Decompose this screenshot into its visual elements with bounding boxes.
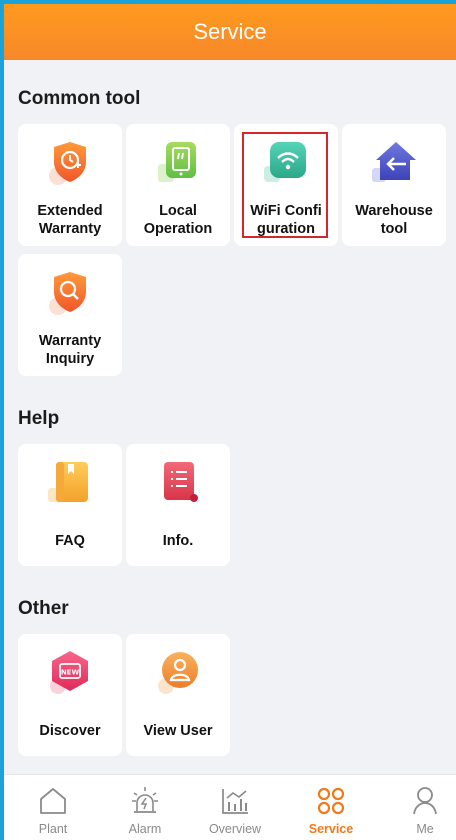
extended-warranty-label: Extended Warranty — [37, 203, 103, 237]
tab-me-label: Me — [416, 822, 434, 836]
person-icon — [413, 787, 437, 815]
new-badge-icon: NEW — [50, 651, 88, 694]
tab-plant-label: Plant — [38, 822, 68, 836]
page-header: Service — [4, 4, 456, 60]
faq-button[interactable]: FAQ — [18, 444, 122, 566]
app-screen: Service Common tool Extended Warranty Lo… — [4, 4, 456, 840]
section-title-other: Other — [18, 598, 69, 619]
bar-chart-icon — [222, 789, 248, 814]
faq-label: FAQ — [55, 533, 85, 549]
house-icon — [40, 788, 66, 814]
tab-overview[interactable]: Overview — [190, 775, 280, 840]
wifi-configuration-label: WiFi Confi guration — [250, 203, 322, 237]
view-user-button[interactable]: View User — [126, 634, 230, 756]
phone-icon — [158, 142, 196, 182]
document-icon — [164, 462, 198, 502]
tab-service[interactable]: Service — [286, 775, 376, 840]
book-icon — [48, 462, 88, 502]
warehouse-arrow-icon — [372, 142, 416, 182]
info-label: Info. — [162, 533, 194, 549]
shield-search-icon — [49, 272, 86, 315]
warranty-inquiry-button[interactable]: Warranty Inquiry — [18, 254, 122, 376]
bottom-tab-bar: Plant Alarm Overview Service Me — [4, 774, 456, 840]
shield-clock-icon — [49, 142, 86, 185]
section-title-help: Help — [18, 408, 60, 429]
user-icon — [158, 652, 198, 694]
service-grid-icon — [317, 787, 345, 815]
warehouse-tool-button[interactable]: Warehouse tool — [342, 124, 446, 246]
wifi-configuration-button[interactable]: WiFi Confi guration — [234, 124, 338, 246]
extended-warranty-button[interactable]: Extended Warranty — [18, 124, 122, 246]
svg-text:NEW: NEW — [61, 669, 80, 677]
wifi-icon — [264, 142, 306, 182]
discover-button[interactable]: NEW Discover — [18, 634, 122, 756]
section-title-common-tool: Common tool — [18, 88, 141, 109]
warranty-inquiry-label: Warranty Inquiry — [38, 333, 102, 367]
local-operation-label: Local Operation — [143, 203, 213, 237]
tab-alarm-label: Alarm — [128, 822, 162, 836]
view-user-label: View User — [143, 723, 213, 739]
tab-overview-label: Overview — [208, 822, 262, 836]
local-operation-button[interactable]: Local Operation — [126, 124, 230, 246]
tab-plant[interactable]: Plant — [8, 775, 98, 840]
warehouse-tool-label: Warehouse tool — [355, 203, 433, 237]
discover-label: Discover — [39, 723, 101, 739]
tab-me[interactable]: Me — [380, 775, 456, 840]
info-button[interactable]: Info. — [126, 444, 230, 566]
page-title: Service — [193, 19, 267, 44]
alarm-light-icon — [132, 787, 158, 813]
tab-service-label: Service — [308, 822, 354, 836]
tab-alarm[interactable]: Alarm — [100, 775, 190, 840]
